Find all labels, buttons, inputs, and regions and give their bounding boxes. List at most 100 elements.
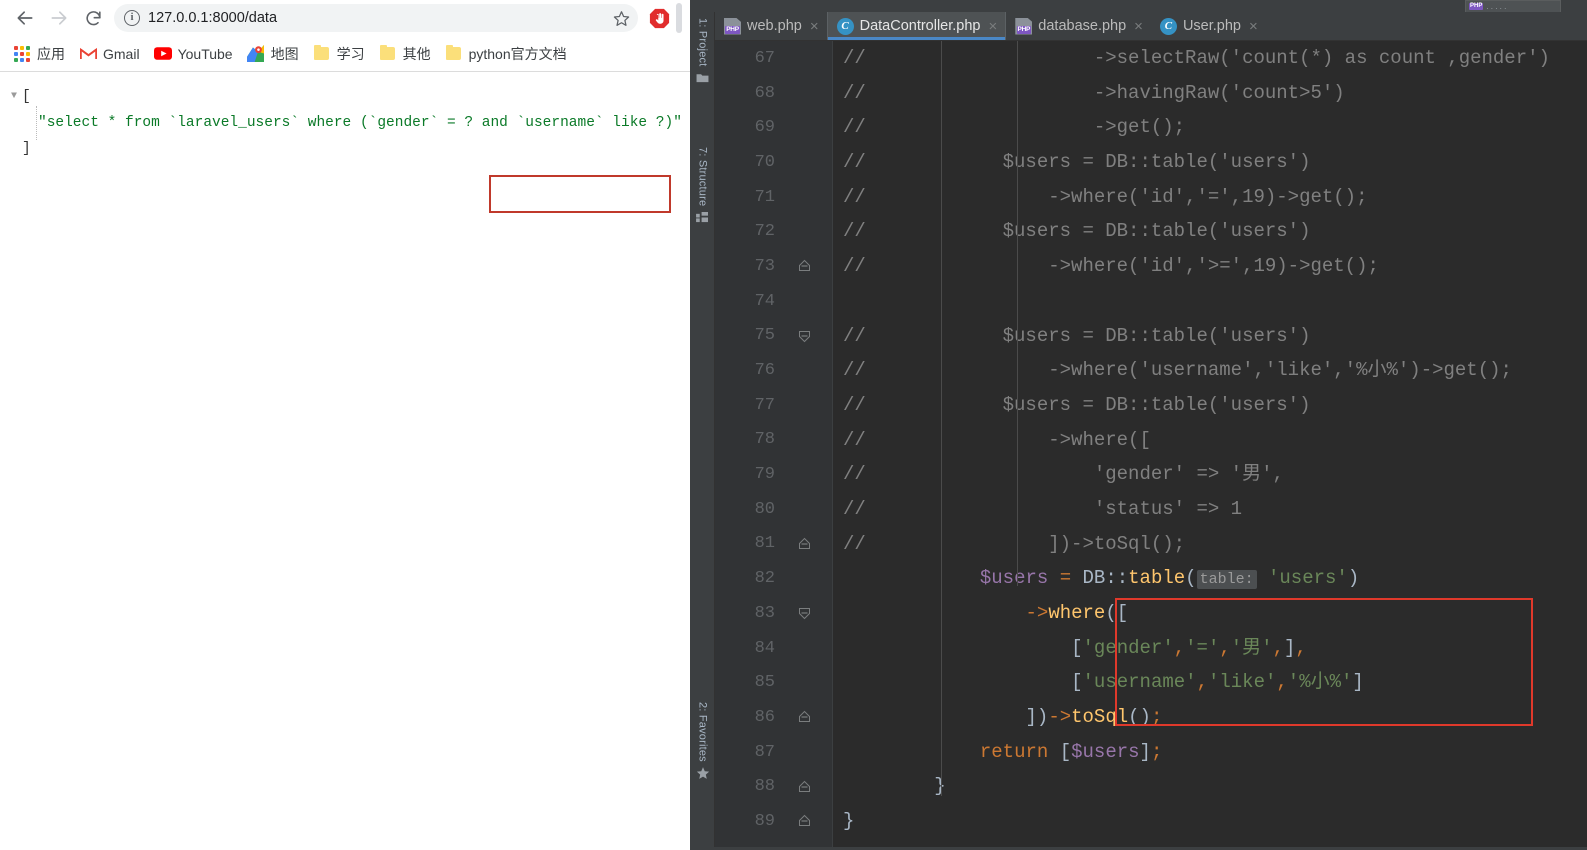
php-file-icon: PHP: [1469, 3, 1484, 10]
gutter-line[interactable]: 78: [715, 423, 833, 458]
code-line[interactable]: ['username','like','%小%']: [833, 665, 1587, 700]
tool-window-favorites[interactable]: 2: Favorites: [690, 702, 715, 785]
bookmark-item-youtube[interactable]: YouTube: [147, 41, 240, 67]
json-viewer: ▼ [ "select * from `laravel_users` where…: [0, 72, 690, 850]
editor-tab-user-php[interactable]: C User.php ×: [1151, 12, 1266, 40]
bookmark-folder-other[interactable]: 其他: [372, 41, 438, 67]
code-line[interactable]: // $users = DB::table('users'): [833, 145, 1587, 180]
forward-button[interactable]: [42, 1, 76, 35]
code-line[interactable]: // ])->toSql();: [833, 527, 1587, 562]
apps-grid-icon: [13, 45, 31, 63]
tool-window-structure[interactable]: 7: Structure: [690, 147, 715, 228]
fold-end-icon[interactable]: [798, 815, 811, 828]
address-input[interactable]: 127.0.0.1:8000/data: [148, 10, 608, 26]
gutter-line[interactable]: 83: [715, 596, 833, 631]
code-line[interactable]: }: [833, 804, 1587, 839]
close-icon[interactable]: ×: [1249, 19, 1258, 34]
tab-label: web.php: [747, 18, 802, 34]
gutter-line[interactable]: 68: [715, 76, 833, 111]
gutter-line[interactable]: 88: [715, 769, 833, 804]
editor-scrollbar[interactable]: [1578, 41, 1587, 850]
reload-button[interactable]: [76, 1, 110, 35]
gutter-line[interactable]: 86: [715, 700, 833, 735]
tab-label: database.php: [1038, 18, 1127, 34]
gutter-line[interactable]: 72: [715, 214, 833, 249]
gutter-line[interactable]: 70: [715, 145, 833, 180]
gutter-line[interactable]: 82: [715, 561, 833, 596]
gutter-line[interactable]: 77: [715, 388, 833, 423]
code-line[interactable]: // ->where('id','>=',19)->get();: [833, 249, 1587, 284]
fold-end-icon[interactable]: [798, 260, 811, 273]
code-line[interactable]: [833, 284, 1587, 319]
close-icon[interactable]: ×: [1134, 19, 1143, 34]
gutter-line[interactable]: 69: [715, 110, 833, 145]
code-line[interactable]: }: [833, 769, 1587, 804]
gutter-line[interactable]: 87: [715, 735, 833, 770]
gutter-line[interactable]: 75: [715, 319, 833, 354]
arrow-right-icon: [51, 11, 67, 25]
indent-guide: [1017, 41, 1018, 586]
editor-gutter[interactable]: 67 68 69 70 71 72 73 74 75 76 77 78 79 80 81 82 83 84 85 86…: [715, 41, 833, 850]
gutter-line[interactable]: 84: [715, 631, 833, 666]
gutter-line[interactable]: 89: [715, 804, 833, 839]
code-line[interactable]: // $users = DB::table('users'): [833, 388, 1587, 423]
gutter-line[interactable]: 67: [715, 41, 833, 76]
gutter-line[interactable]: 81: [715, 527, 833, 562]
code-line[interactable]: ->where([: [833, 596, 1587, 631]
close-icon[interactable]: ×: [810, 19, 819, 34]
gutter-line[interactable]: 85: [715, 665, 833, 700]
gutter-line[interactable]: 71: [715, 180, 833, 215]
fold-end-icon[interactable]: [798, 711, 811, 724]
code-line[interactable]: // $users = DB::table('users'): [833, 319, 1587, 354]
site-info-icon[interactable]: i: [124, 10, 140, 26]
editor-tab-datacontroller-php[interactable]: C DataController.php ×: [826, 12, 1007, 40]
bookmark-folder-study[interactable]: 学习: [306, 41, 372, 67]
bookmark-item-gmail[interactable]: Gmail: [72, 41, 147, 67]
code-line[interactable]: // ->get();: [833, 110, 1587, 145]
gutter-line[interactable]: 80: [715, 492, 833, 527]
comment-text: // ->where('username','like','%小%')->get…: [843, 359, 1512, 382]
omnibox[interactable]: i 127.0.0.1:8000/data: [114, 4, 638, 32]
reload-icon: [85, 10, 101, 25]
fold-end-icon[interactable]: [798, 537, 811, 550]
youtube-icon: [153, 45, 172, 63]
editor-tab-database-php[interactable]: PHP database.php ×: [1006, 12, 1151, 40]
line-number: 70: [754, 152, 775, 172]
collapse-triangle-icon[interactable]: ▼: [6, 84, 22, 110]
fold-collapse-icon[interactable]: [798, 329, 811, 343]
code-area[interactable]: // ->selectRaw('count(*) as count ,gende…: [833, 41, 1587, 850]
close-icon[interactable]: ×: [989, 19, 998, 34]
adblock-extension-button[interactable]: [644, 1, 674, 35]
code-line[interactable]: // $users = DB::table('users'): [833, 214, 1587, 249]
code-line[interactable]: ['gender','=','男',],: [833, 631, 1587, 666]
code-editor[interactable]: 67 68 69 70 71 72 73 74 75 76 77 78 79 80 81 82 83 84 85 86…: [715, 41, 1587, 850]
fold-collapse-icon[interactable]: [798, 607, 811, 620]
gutter-line[interactable]: 79: [715, 457, 833, 492]
bookmark-item-apps[interactable]: 应用: [6, 41, 72, 67]
code-line[interactable]: return [$users];: [833, 735, 1587, 770]
bookmark-star-button[interactable]: [608, 5, 634, 31]
editor-tab-web-php[interactable]: PHP web.php ×: [715, 12, 827, 40]
line-number: 80: [754, 499, 775, 519]
gutter-line[interactable]: 76: [715, 353, 833, 388]
tool-window-project[interactable]: 1: Project: [690, 18, 715, 88]
code-line[interactable]: // 'status' => 1: [833, 492, 1587, 527]
bookmark-folder-python-docs[interactable]: python官方文档: [438, 41, 574, 67]
code-line[interactable]: // ->where('id','=',19)->get();: [833, 180, 1587, 215]
fold-end-icon[interactable]: [798, 780, 811, 793]
code-line[interactable]: // 'gender' => '男',: [833, 457, 1587, 492]
highlight-box-sql-fragment: [489, 175, 671, 213]
code-line[interactable]: // ->where('username','like','%小%')->get…: [833, 353, 1587, 388]
indent-guide: [941, 616, 942, 796]
back-button[interactable]: [8, 1, 42, 35]
gutter-line[interactable]: 73: [715, 249, 833, 284]
gutter-line[interactable]: 74: [715, 284, 833, 319]
code-line[interactable]: // ->havingRaw('count>5'): [833, 76, 1587, 111]
page-scrollbar[interactable]: [676, 3, 682, 33]
code-line[interactable]: $users = DB::table(table: 'users'): [833, 561, 1587, 596]
code-line[interactable]: // ->selectRaw('count(*) as count ,gende…: [833, 41, 1587, 76]
partial-tab-above[interactable]: PHP . . . . .: [1465, 0, 1561, 12]
bookmark-item-maps[interactable]: 地图: [240, 41, 306, 67]
code-line[interactable]: // ->where([: [833, 423, 1587, 458]
code-line[interactable]: ])->toSql();: [833, 700, 1587, 735]
